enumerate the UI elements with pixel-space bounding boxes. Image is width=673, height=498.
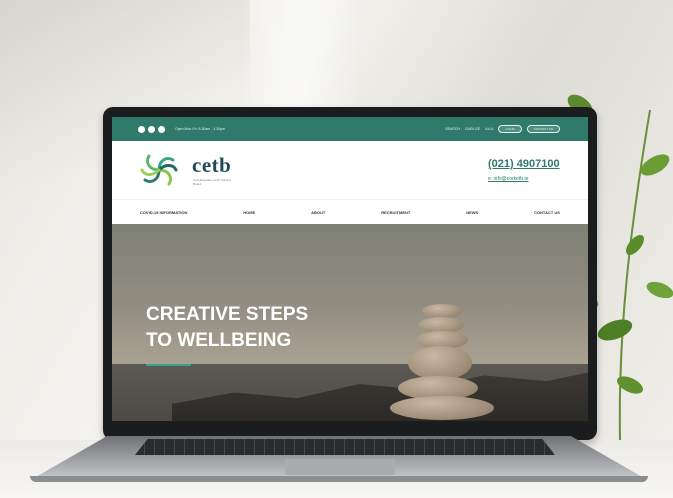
phone-number[interactable]: (021) 4907100 <box>488 158 560 170</box>
nav-home[interactable]: HOME <box>243 210 255 215</box>
nav-recruitment[interactable]: RECRUITMENT <box>381 210 410 215</box>
nav-contact[interactable]: CONTACT US <box>534 210 560 215</box>
instagram-icon[interactable] <box>158 125 165 133</box>
hero-title-line-2: TO WELLBEING <box>146 330 292 351</box>
cetb-logo-icon[interactable] <box>139 150 179 190</box>
contact-us-button[interactable]: CONTACT US <box>526 125 560 133</box>
search-link[interactable]: SEARCH <box>445 127 460 131</box>
hero-rocks <box>172 372 588 421</box>
social-links <box>138 125 165 133</box>
facebook-icon[interactable] <box>138 125 145 133</box>
main-nav: COVID-19 INFORMATION HOME ABOUT RECRUITM… <box>112 199 588 225</box>
laptop-display: Open Mon-Fri: 8.30am - 4.30pm SEARCH GAE… <box>112 117 588 421</box>
twitter-icon[interactable] <box>148 125 155 133</box>
hero-title-line-1: CREATIVE STEPS <box>146 304 309 325</box>
website-topbar: Open Mon-Fri: 8.30am - 4.30pm SEARCH GAE… <box>112 117 588 141</box>
logo-wordmark[interactable]: cetb <box>192 153 231 178</box>
hero-accent-line <box>146 364 191 366</box>
nav-covid[interactable]: COVID-19 INFORMATION <box>140 210 187 215</box>
text-size-link[interactable]: A A A <box>485 127 493 131</box>
website-header: cetb Cork Education and Training Board (… <box>112 141 588 199</box>
topbar-actions: SEARCH GAEILGE A A A LOGIN CONTACT US <box>445 125 560 133</box>
gaeilge-link[interactable]: GAEILGE <box>465 127 480 131</box>
hero-title: CREATIVE STEPS TO WELLBEING <box>146 302 308 354</box>
nav-news[interactable]: NEWS <box>466 210 478 215</box>
hero-banner: CREATIVE STEPS TO WELLBEING <box>112 224 588 421</box>
email-link[interactable]: e: info@corketb.ie <box>488 176 528 182</box>
laptop-trackpad <box>285 459 395 475</box>
login-button[interactable]: LOGIN <box>498 125 522 133</box>
laptop-front-lip <box>30 476 648 482</box>
stone <box>390 396 494 420</box>
stone <box>422 304 462 318</box>
logo-subtitle: Cork Education and Training Board <box>193 178 231 186</box>
stone <box>408 346 472 380</box>
opening-hours: Open Mon-Fri: 8.30am - 4.30pm <box>175 127 225 131</box>
laptop-keyboard <box>135 439 555 455</box>
nav-about[interactable]: ABOUT <box>311 210 325 215</box>
